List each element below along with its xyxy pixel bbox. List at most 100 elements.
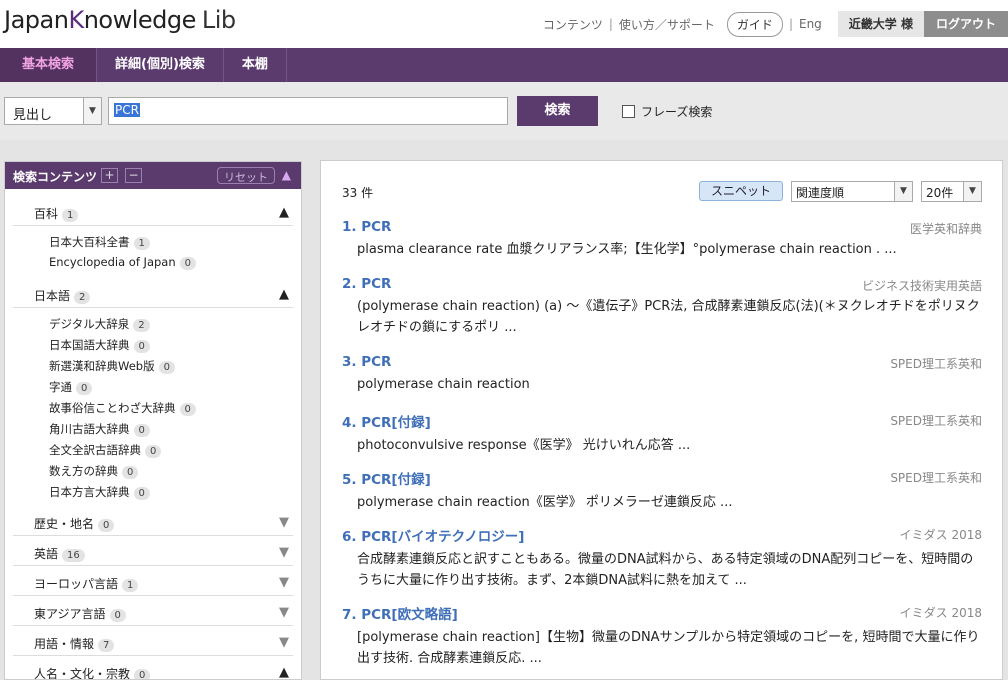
list-item[interactable]: 数え方の辞典 0 xyxy=(49,463,139,479)
triangle-up-icon[interactable]: ▲ xyxy=(282,168,291,182)
list-item[interactable]: 日本国語大辞典 0 xyxy=(49,337,150,353)
result-item: 4. PCR[付録] SPED理工系英和 photoconvulsive res… xyxy=(342,411,982,456)
list-item[interactable]: Encyclopedia of Japan 0 xyxy=(49,255,196,270)
logo-text-japan: Japan xyxy=(4,6,69,34)
category-name: 百科 xyxy=(34,207,59,221)
triangle-up-icon[interactable]: ▲ xyxy=(279,205,289,220)
chevron-down-icon: ▼ xyxy=(894,182,912,201)
list-item[interactable]: 全文全訳古語辞典 0 xyxy=(49,442,162,458)
count-badge: 0 xyxy=(133,340,150,353)
user-name: 近畿大学 様 xyxy=(837,11,924,37)
category-name: 用語・情報 xyxy=(34,637,95,651)
content-name: 日本国語大辞典 xyxy=(49,338,130,352)
search-field-select[interactable]: 見出し ▼ xyxy=(4,97,102,125)
content-name: 字通 xyxy=(49,380,72,394)
triangle-down-icon[interactable]: ▼ xyxy=(279,605,289,620)
guide-button[interactable]: ガイド xyxy=(726,11,783,37)
count-badge: 2 xyxy=(74,291,91,304)
triangle-up-icon[interactable]: ▲ xyxy=(279,665,289,679)
result-title-link[interactable]: 6. PCR[バイオテクノロジー] xyxy=(342,525,982,545)
phrase-search-option[interactable]: フレーズ検索 xyxy=(622,103,712,120)
content-name: 新選漢和辞典Web版 xyxy=(49,359,155,373)
result-title-link[interactable]: 4. PCR[付録] xyxy=(342,411,982,431)
list-item[interactable]: 新選漢和辞典Web版 0 xyxy=(49,358,175,374)
list-item[interactable]: 字通 0 xyxy=(49,379,93,395)
result-count: 33 件 xyxy=(342,186,374,200)
category-name: 東アジア言語 xyxy=(34,607,106,621)
chevron-down-icon: ▼ xyxy=(83,98,101,124)
result-snippet: photoconvulsive response《医学》 光けいれん応答 ... xyxy=(357,438,691,453)
triangle-down-icon[interactable]: ▼ xyxy=(279,575,289,590)
list-item[interactable]: 日本大百科全書 1 xyxy=(49,234,150,250)
count-badge: 1 xyxy=(122,579,139,592)
result-snippet: polymerase chain reaction《医学》 ポリメラーゼ連鎖反応… xyxy=(357,495,733,510)
site-logo[interactable]: JapanKnowledge Lib xyxy=(4,6,236,34)
tab-bookshelf[interactable]: 本棚 xyxy=(224,48,287,82)
expand-all-icon[interactable]: + xyxy=(101,168,118,183)
sort-order-value: 関連度順 xyxy=(796,186,845,200)
logout-button[interactable]: ログアウト xyxy=(923,11,1008,37)
count-badge: 7 xyxy=(98,639,115,652)
list-item[interactable]: 日本方言大辞典 0 xyxy=(49,484,150,500)
result-title-link[interactable]: 5. PCR[付録] xyxy=(342,468,982,488)
sort-order-select[interactable]: 関連度順 ▼ xyxy=(791,181,913,202)
result-source: 医学英和辞典 xyxy=(909,222,982,236)
category-english[interactable]: 英語 16 ▼ xyxy=(13,538,293,566)
search-input[interactable]: PCR xyxy=(108,97,508,125)
chevron-down-icon: ▼ xyxy=(963,182,981,201)
search-button[interactable]: 検索 xyxy=(517,96,598,126)
result-item: 7. PCR[欧文略語] イミダス 2018 [polymerase chain… xyxy=(342,603,982,669)
reset-button[interactable]: リセット xyxy=(217,167,275,184)
tab-advanced-search[interactable]: 詳細(個別)検索 xyxy=(97,48,224,82)
triangle-down-icon[interactable]: ▼ xyxy=(279,545,289,560)
list-item[interactable]: デジタル大辞泉 2 xyxy=(49,316,150,332)
category-history-geography[interactable]: 歴史・地名 0 ▼ xyxy=(13,508,293,536)
content-name: Encyclopedia of Japan xyxy=(49,255,176,269)
result-item: 1. PCR 医学英和辞典 plasma clearance rate 血漿クリ… xyxy=(342,219,982,260)
category-label: 英語 16 xyxy=(34,545,85,562)
category-encyclopedia[interactable]: 百科 1 ▲ xyxy=(13,198,293,226)
category-european-languages[interactable]: ヨーロッパ言語 1 ▼ xyxy=(13,568,293,596)
logo-text-nowledge: nowledge xyxy=(83,6,197,34)
result-source: SPED理工系英和 xyxy=(890,357,982,371)
result-item: 6. PCR[バイオテクノロジー] イミダス 2018 合成酵素連鎖反応と訳すこ… xyxy=(342,525,982,591)
triangle-down-icon[interactable]: ▼ xyxy=(279,635,289,650)
results-panel: 33 件 スニペット 関連度順 ▼ 20件 ▼ 1. PCR 医学英和辞典 pl… xyxy=(320,160,1003,680)
snippet-toggle-button[interactable]: スニペット xyxy=(699,181,783,201)
main-nav: 基本検索 詳細(個別)検索 本棚 xyxy=(0,48,1008,82)
phrase-search-checkbox[interactable] xyxy=(622,105,635,118)
triangle-up-icon[interactable]: ▲ xyxy=(279,287,289,302)
category-name: 日本語 xyxy=(34,289,71,303)
category-label: 東アジア言語 0 xyxy=(34,605,126,622)
category-label: 用語・情報 7 xyxy=(34,635,115,652)
category-name: ヨーロッパ言語 xyxy=(34,577,119,591)
count-badge: 1 xyxy=(133,237,150,250)
category-people-culture-religion[interactable]: 人名・文化・宗教 0 ▲ xyxy=(13,658,293,679)
tab-basic-search[interactable]: 基本検索 xyxy=(0,48,98,82)
content-name: デジタル大辞泉 xyxy=(49,317,130,331)
result-title-link[interactable]: 7. PCR[欧文略語] xyxy=(342,603,982,623)
triangle-down-icon[interactable]: ▼ xyxy=(279,515,289,530)
result-title-link[interactable]: 1. PCR xyxy=(342,219,982,235)
logo-text-lib: Lib xyxy=(201,6,236,34)
contents-link[interactable]: コンテンツ xyxy=(537,16,609,33)
collapse-all-icon[interactable]: − xyxy=(125,168,142,183)
count-badge: 0 xyxy=(133,487,150,500)
list-item[interactable]: 角川古語大辞典 0 xyxy=(49,421,150,437)
list-item[interactable]: 故事俗信ことわざ大辞典 0 xyxy=(49,400,196,416)
top-header: JapanKnowledge Lib コンテンツ | 使い方／サポート ガイド |… xyxy=(0,0,1008,48)
top-links: コンテンツ | 使い方／サポート ガイド | Eng 近畿大学 様 ログアウト xyxy=(537,11,1008,37)
usage-support-link[interactable]: 使い方／サポート xyxy=(613,16,721,33)
count-badge: 0 xyxy=(109,609,126,622)
result-title-link[interactable]: 3. PCR xyxy=(342,354,982,370)
result-item: 5. PCR[付録] SPED理工系英和 polymerase chain re… xyxy=(342,468,982,513)
content-name: 故事俗信ことわざ大辞典 xyxy=(49,401,176,415)
category-terms-info[interactable]: 用語・情報 7 ▼ xyxy=(13,628,293,656)
category-east-asian-languages[interactable]: 東アジア言語 0 ▼ xyxy=(13,598,293,626)
per-page-select[interactable]: 20件 ▼ xyxy=(921,181,982,202)
result-source: SPED理工系英和 xyxy=(890,471,982,485)
category-japanese[interactable]: 日本語 2 ▲ xyxy=(13,280,293,308)
english-link[interactable]: Eng xyxy=(793,17,828,31)
logo-text-k: K xyxy=(68,6,84,34)
category-name: 英語 xyxy=(34,547,59,561)
